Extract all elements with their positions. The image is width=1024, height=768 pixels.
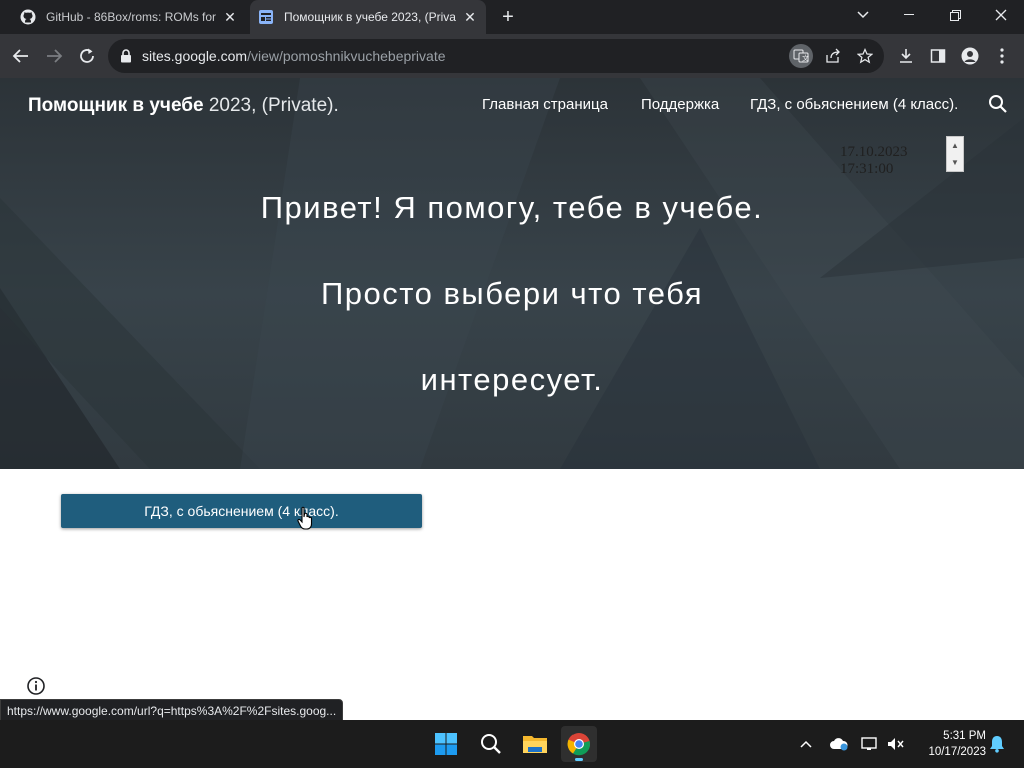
link-status-bubble: https://www.google.com/url?q=https%3A%2F… [0,699,344,721]
forward-arrow-icon[interactable] [41,43,67,69]
download-icon[interactable] [894,44,918,68]
tab-pomoshnik[interactable]: Помощник в учебе 2023, (Priva ✕ [250,0,486,34]
url-host: sites.google.com [142,48,248,64]
new-tab-plus-icon[interactable]: + [498,7,518,27]
hero-heading-line-1: Привет! Я помогу, тебе в учебе. [260,190,764,225]
site-title-rest: 2023, (Private). [203,95,339,116]
bookmark-star-icon[interactable] [853,44,877,68]
clock-time: 5:31 PM [943,730,986,742]
nav-link-home[interactable]: Главная страница [482,96,608,113]
windows-start-icon[interactable] [428,726,464,762]
address-bar[interactable]: sites.google.com/view/pomoshnikvuchebepr… [108,39,884,73]
browser-toolbar: sites.google.com/view/pomoshnikvuchebepr… [0,34,1024,78]
hero-heading-line-3: интересует. [420,362,604,397]
svg-text:文: 文 [802,54,809,63]
clock-date: 10/17/2023 [928,746,986,758]
reload-icon[interactable] [74,43,100,69]
embed-scrollbar[interactable]: ▲ ▼ [946,136,964,172]
hero-background [0,78,1024,469]
nav-link-support[interactable]: Поддержка [641,96,719,113]
site-search-icon[interactable] [988,94,1010,116]
share-icon[interactable] [821,44,845,68]
close-window-icon[interactable] [978,0,1024,30]
close-tab-icon[interactable]: ✕ [222,9,238,25]
volume-muted-icon[interactable] [886,734,906,754]
back-arrow-icon[interactable] [8,43,34,69]
site-title-bold: Помощник в учебе [28,95,204,116]
hand-pointer-cursor-icon [296,506,316,532]
windows-taskbar: 5:31 PM 10/17/2023 [0,720,1024,768]
system-clock[interactable]: 5:31 PM 10/17/2023 [914,728,986,760]
chrome-icon[interactable] [561,726,597,762]
url-text[interactable]: sites.google.com/view/pomoshnikvuchebepr… [142,48,446,64]
active-app-indicator [575,758,583,761]
onedrive-cloud-icon[interactable] [829,734,849,754]
nav-link-gdz[interactable]: ГДЗ, с обьяснением (4 класс). [750,96,958,113]
hero-heading-line-2: Просто выбери что тебя [321,276,703,311]
url-path: /view/pomoshnikvuchebeprivate [247,48,446,64]
close-tab-icon[interactable]: ✕ [462,9,478,25]
menu-kebab-icon[interactable] [990,44,1014,68]
embedded-clock-widget: 17.10.2023 17:31:00 [840,144,946,174]
tab-github[interactable]: GitHub - 86Box/roms: ROMs for ✕ [12,0,246,34]
gdz-button[interactable]: ГДЗ, с обьяснением (4 класс). [61,494,422,528]
lock-icon[interactable] [120,49,132,63]
browser-tab-strip: GitHub - 86Box/roms: ROMs for ✕ Помощник… [0,0,1024,34]
info-icon[interactable] [26,676,46,696]
hero-banner: Помощник в учебе 2023, (Private). Главна… [0,78,1024,469]
restore-icon[interactable] [932,0,978,30]
side-panel-icon[interactable] [926,44,950,68]
taskbar-search-icon[interactable] [473,726,509,762]
clock-date: 17.10.2023 [840,144,908,160]
scroll-up-arrow-icon[interactable]: ▲ [947,137,963,154]
tray-overflow-chevron-icon[interactable] [796,734,816,754]
network-display-icon[interactable] [860,734,880,754]
scroll-down-arrow-icon[interactable]: ▼ [947,154,963,171]
github-icon [20,9,36,25]
file-explorer-icon[interactable] [517,726,553,762]
translate-icon[interactable]: 文 [789,44,813,68]
minimize-icon[interactable] [886,0,932,30]
profile-avatar-icon[interactable] [958,44,982,68]
tab-title: Помощник в учебе 2023, (Priva [284,10,456,24]
notification-bell-icon[interactable] [987,734,1007,754]
clock-time: 17:31:00 [840,161,894,174]
google-sites-icon [258,9,274,25]
site-title[interactable]: Помощник в учебе 2023, (Private). [28,95,339,117]
tab-search-chevron-icon[interactable] [840,0,886,30]
tab-title: GitHub - 86Box/roms: ROMs for [46,10,217,24]
